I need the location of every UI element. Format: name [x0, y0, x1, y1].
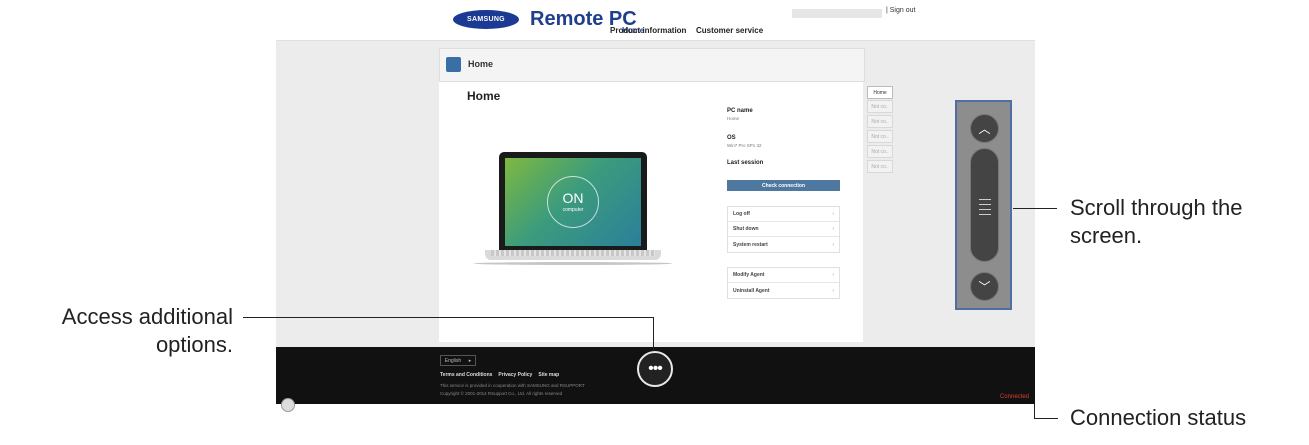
os-label: OS — [727, 135, 736, 141]
side-tab[interactable]: Not co.. — [867, 160, 893, 173]
nav-customer-service[interactable]: Customer service — [696, 26, 763, 35]
last-session-label: Last session — [727, 160, 764, 166]
modify-agent-button[interactable]: Modify Agent › — [728, 268, 839, 283]
connection-status: Connected — [999, 394, 1029, 400]
power-state-subtext: computer — [562, 207, 584, 213]
home-panel: Home ON computer PC name Home OS Win7 Pr… — [439, 82, 863, 342]
chevron-right-icon: › — [832, 287, 834, 294]
chevron-right-icon: › — [832, 226, 834, 232]
footer-note: This service is provided in cooperation … — [440, 383, 585, 388]
scroll-callout: Scroll through the screen. — [1070, 194, 1242, 250]
copyright: Copyright © 2001-2014 RSupport Co., Ltd.… — [440, 391, 563, 396]
side-tab-home[interactable]: Home — [867, 86, 893, 99]
check-connection-button[interactable]: Check connection — [727, 180, 840, 191]
language-selector[interactable]: English ▸ — [440, 355, 476, 366]
scroll-down-button[interactable]: ﹀ — [970, 272, 999, 301]
scroll-up-button[interactable]: ︿ — [970, 114, 999, 143]
more-options-button[interactable]: ••• — [637, 351, 673, 387]
privacy-link[interactable]: Privacy Policy — [498, 372, 532, 378]
options-callout: Access additional options. — [0, 303, 233, 359]
side-tab[interactable]: Not co.. — [867, 130, 893, 143]
uninstall-agent-button[interactable]: Uninstall Agent › — [728, 283, 839, 298]
side-tab[interactable]: Not co.. — [867, 145, 893, 158]
caret-right-icon: ▸ — [468, 357, 472, 364]
shut-down-button[interactable]: Shut down › — [728, 222, 839, 237]
pc-name-label: PC name — [727, 108, 753, 114]
sitemap-link[interactable]: Site map — [538, 372, 559, 378]
status-callout: Connection status — [1070, 405, 1247, 430]
footer-links: Terms and Conditions Privacy Policy Site m… — [440, 372, 565, 378]
options-callout-line2: options. — [155, 332, 233, 357]
panel-header: Home — [439, 48, 865, 82]
scroll-callout-line1: Scroll through the — [1070, 195, 1243, 220]
top-bar: SAMSUNG Remote PC Home Product informati… — [276, 0, 1035, 41]
page-title: Home — [467, 89, 501, 103]
power-status-indicator: ON computer — [547, 176, 599, 228]
more-options-icon: ••• — [648, 360, 663, 377]
sign-out-link[interactable]: | Sign out — [886, 7, 915, 14]
chevron-right-icon: › — [832, 241, 834, 248]
side-tab[interactable]: Not co.. — [867, 115, 893, 128]
scroll-controls: ︿ ﹀ — [955, 100, 1012, 310]
user-account-field — [792, 9, 882, 18]
chevron-right-icon: › — [832, 272, 834, 278]
chevron-right-icon: › — [832, 211, 834, 217]
language-label: English — [444, 357, 462, 364]
panel-header-title: Home — [468, 59, 494, 69]
scroll-handle[interactable] — [970, 148, 999, 262]
laptop-illustration: ON computer — [499, 152, 647, 250]
chevron-down-icon: ﹀ — [978, 280, 991, 294]
scroll-handle-icon — [979, 199, 991, 219]
nav-product-information[interactable]: Product information — [610, 26, 686, 35]
options-callout-line-v — [653, 317, 654, 351]
action-label: System restart — [733, 241, 768, 248]
terms-link[interactable]: Terms and Conditions — [440, 372, 492, 378]
system-restart-button[interactable]: System restart › — [728, 237, 839, 252]
chevron-up-icon: ︿ — [978, 122, 991, 136]
status-callout-line-h — [1034, 418, 1058, 419]
options-callout-line1: Access additional — [61, 304, 233, 329]
power-action-list: Log off › Shut down › System restart › — [727, 206, 840, 253]
status-callout-line-v — [1034, 404, 1035, 418]
scroll-callout-line — [1013, 208, 1057, 209]
os-value: Win7 Pro SP1 32 — [727, 143, 762, 148]
log-off-button[interactable]: Log off › — [728, 207, 839, 222]
side-tab[interactable]: Not co.. — [867, 100, 893, 113]
action-label: Log off — [733, 211, 750, 217]
pc-icon — [446, 57, 461, 72]
pc-name-value: Home — [727, 116, 740, 121]
remote-pc-screen: SAMSUNG Remote PC Home Product informati… — [276, 0, 1035, 404]
agent-action-list: Modify Agent › Uninstall Agent › — [727, 267, 840, 299]
laptop-display: ON computer — [505, 158, 641, 246]
corner-indicator — [281, 398, 295, 412]
power-state-text: ON — [562, 190, 584, 206]
laptop-shadow — [473, 262, 673, 265]
samsung-logo: SAMSUNG — [453, 10, 519, 29]
action-label: Shut down — [733, 226, 759, 232]
action-label: Uninstall Agent — [733, 287, 770, 294]
action-label: Modify Agent — [733, 272, 765, 278]
options-callout-line-h — [243, 317, 653, 318]
scroll-callout-line2: screen. — [1070, 223, 1143, 248]
laptop-keyboard — [491, 250, 655, 256]
